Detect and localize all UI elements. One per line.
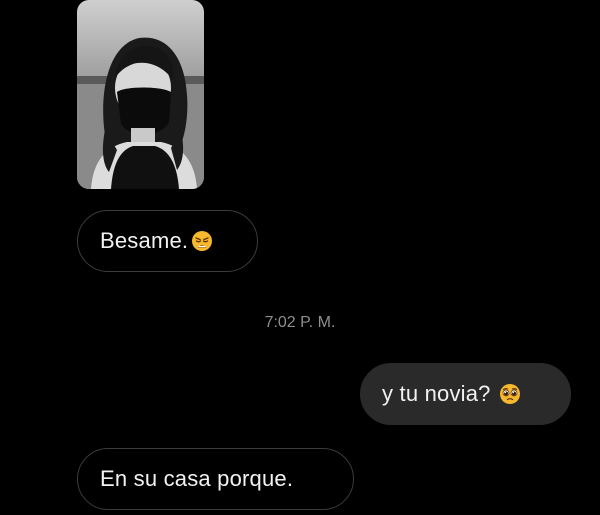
message-bubble-received[interactable]: Besame. [77,210,258,272]
message-bubble-sent[interactable]: y tu novia? [360,363,571,425]
message-text: Besame. [100,228,189,253]
pleading-face-icon [499,383,521,405]
weary-face-icon [191,230,213,252]
photo-image [77,0,204,189]
message-text: En su casa porque. [100,466,294,491]
message-bubble-received[interactable]: En su casa porque. [77,448,354,510]
message-text: y tu novia? [382,381,491,406]
chat-thread: Besame. 7:02 P. M. y tu novia? En su cas… [0,0,600,515]
received-photo-message[interactable] [77,0,204,189]
message-timestamp: 7:02 P. M. [264,314,336,331]
